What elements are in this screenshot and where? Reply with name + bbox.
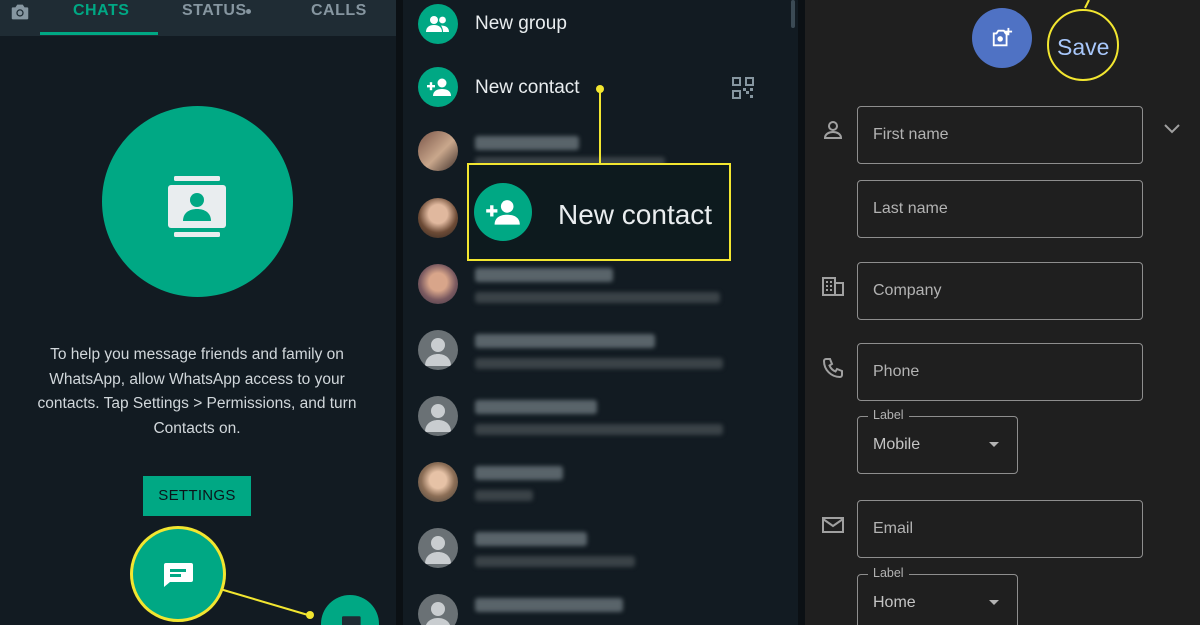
add-photo-icon: [992, 27, 1013, 47]
contact-status: [475, 490, 533, 501]
new-group-row[interactable]: New group: [403, 0, 798, 50]
new-chat-icon: [342, 616, 361, 625]
create-contact-panel: Save First name Last name Company Phone …: [805, 0, 1200, 625]
email-label-caption: Label: [868, 566, 909, 580]
save-button[interactable]: Save: [1057, 34, 1109, 61]
add-person-icon: [486, 200, 520, 225]
chats-panel: CHATS STATUS CALLS To help you message f…: [0, 0, 396, 625]
contact-name: [475, 268, 613, 282]
new-chat-fab-highlighted[interactable]: [133, 529, 223, 619]
company-field[interactable]: Company: [857, 262, 1143, 320]
email-field[interactable]: Email: [857, 500, 1143, 558]
last-name-field[interactable]: Last name: [857, 180, 1143, 238]
new-contact-callout: New contact: [467, 163, 731, 261]
list-item[interactable]: [403, 590, 798, 625]
default-avatar-icon: [425, 338, 451, 366]
callout-avatar: [474, 183, 532, 241]
person-icon: [823, 121, 843, 139]
contact-avatar: [418, 198, 458, 238]
email-label-select[interactable]: Label Home: [857, 566, 1018, 625]
email-label-value: Home: [873, 594, 916, 611]
add-photo-button[interactable]: [972, 8, 1032, 68]
phone-icon: [822, 358, 843, 379]
new-contact-label: New contact: [475, 77, 580, 98]
contact-avatar: [418, 594, 458, 625]
dropdown-arrow-icon: [989, 600, 999, 605]
phone-label-select[interactable]: Label Mobile: [857, 408, 1018, 474]
chevron-down-icon[interactable]: [1162, 118, 1182, 138]
contact-name: [475, 466, 563, 480]
contact-name: [475, 532, 587, 546]
contact-status: [475, 358, 723, 369]
contact-status: [475, 292, 720, 303]
contact-name: [475, 598, 623, 612]
list-item[interactable]: [403, 392, 798, 440]
callout-connector: [219, 588, 314, 619]
contact-avatar: [418, 131, 458, 171]
list-item[interactable]: [403, 458, 798, 506]
contact-status: [475, 556, 635, 567]
add-person-icon: [427, 78, 451, 96]
email-icon: [822, 517, 844, 533]
new-contact-avatar: [418, 67, 458, 107]
phone-field[interactable]: Phone: [857, 343, 1143, 401]
default-avatar-icon: [425, 602, 451, 625]
new-group-label: New group: [475, 13, 567, 34]
list-item[interactable]: [403, 260, 798, 308]
contact-avatar: [418, 264, 458, 304]
phone-label-value: Mobile: [873, 436, 921, 453]
callout-label: New contact: [558, 199, 713, 230]
dropdown-arrow-icon: [989, 442, 999, 447]
contact-name: [475, 136, 579, 150]
building-icon: [822, 277, 844, 296]
group-avatar: [418, 4, 458, 44]
new-chat-icon: [164, 563, 193, 587]
contact-name: [475, 400, 597, 414]
qr-code-icon[interactable]: [732, 77, 754, 99]
callout-connector-2: [596, 85, 604, 164]
contact-avatar: [418, 396, 458, 436]
contact-name: [475, 334, 655, 348]
contact-avatar: [418, 462, 458, 502]
contact-status: [475, 424, 723, 435]
default-avatar-icon: [425, 404, 451, 432]
default-avatar-icon: [425, 536, 451, 564]
contact-avatar: [418, 528, 458, 568]
list-item[interactable]: [403, 524, 798, 572]
contact-avatar: [418, 330, 458, 370]
list-item[interactable]: [403, 326, 798, 374]
group-icon: [426, 16, 449, 32]
first-name-field[interactable]: First name: [857, 106, 1143, 164]
phone-label-caption: Label: [868, 408, 909, 422]
